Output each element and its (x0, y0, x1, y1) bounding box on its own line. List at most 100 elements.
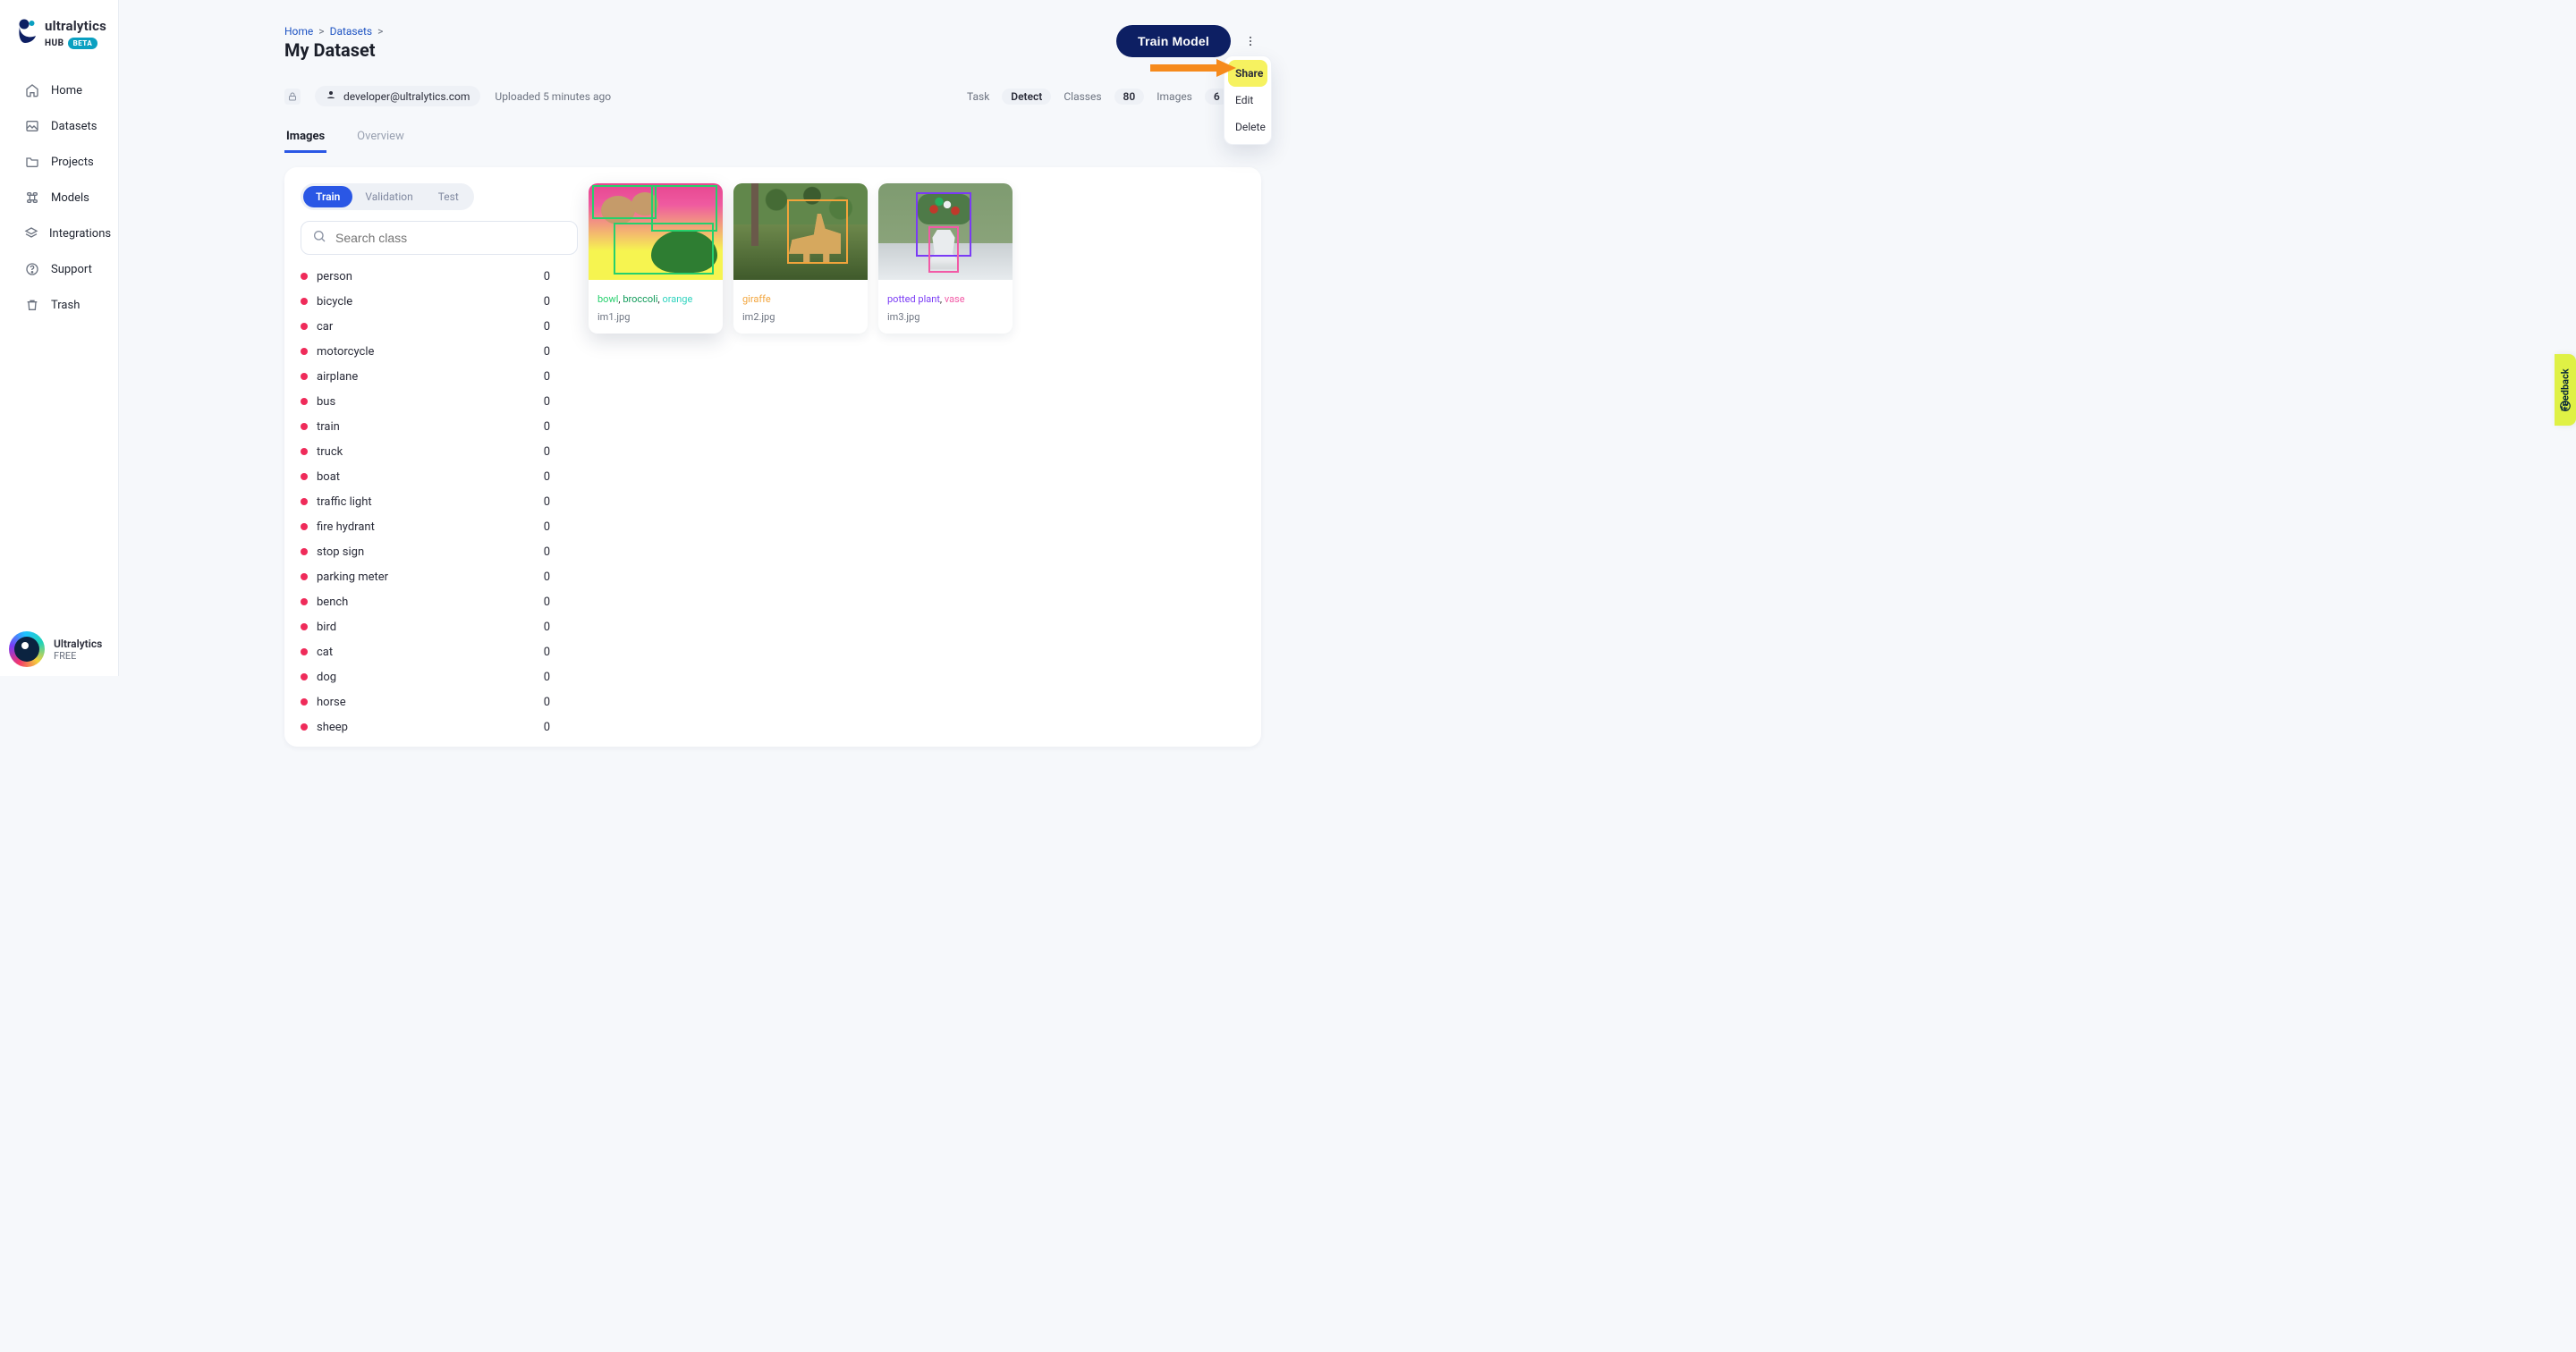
class-row[interactable]: bird0 (301, 614, 550, 639)
image-thumbnail (878, 183, 1013, 280)
stat-images-label: Images (1157, 90, 1192, 103)
page-title: My Dataset (284, 39, 383, 61)
class-row[interactable]: airplane 0 (301, 364, 550, 389)
class-color-dot (301, 448, 308, 455)
class-row[interactable]: bus0 (301, 389, 550, 414)
menu-edit[interactable]: Edit (1228, 87, 1267, 114)
image-card[interactable]: bowl, broccoli, orangeim1.jpg (589, 183, 723, 334)
class-row[interactable]: train0 (301, 414, 550, 439)
class-color-dot (301, 648, 308, 655)
owner-chip[interactable]: developer@ultralytics.com (315, 86, 480, 106)
dataset-stats: Task Detect Classes 80 Images 6 Size (967, 89, 1261, 105)
home-icon (24, 83, 40, 97)
feedback-tab[interactable]: Feedback (2555, 354, 2576, 426)
class-name: bench (317, 596, 348, 609)
stat-task-value: Detect (1002, 89, 1051, 105)
sidebar-item-projects[interactable]: Projects (0, 148, 118, 176)
user-summary[interactable]: Ultralytics FREE (9, 631, 102, 667)
class-color-dot (301, 473, 308, 480)
class-count: 0 (544, 270, 550, 283)
stat-task-label: Task (967, 90, 989, 103)
search-box[interactable] (301, 221, 578, 255)
class-name: truck (317, 445, 343, 459)
split-toggle: Train Validation Test (301, 183, 474, 210)
brand-sub: HUB (45, 38, 64, 48)
breadcrumb-datasets[interactable]: Datasets (330, 25, 373, 38)
class-row[interactable]: person0 (301, 264, 550, 289)
split-train[interactable]: Train (303, 186, 352, 207)
main: Home > Datasets > My Dataset Train Model (119, 0, 1288, 676)
image-cards: bowl, broccoli, orangeim1.jpggiraffeim2.… (572, 167, 1029, 747)
sidebar-item-models[interactable]: Models (0, 183, 118, 212)
image-label: giraffe (742, 293, 771, 305)
class-name: airplane (317, 370, 358, 384)
class-row[interactable]: bicycle0 (301, 289, 550, 314)
folder-icon (24, 155, 40, 169)
class-name: car (317, 320, 333, 334)
image-label: bowl (597, 293, 618, 305)
sidebar-item-home[interactable]: Home (0, 76, 118, 105)
class-color-dot (301, 523, 308, 530)
class-count: 0 (544, 596, 550, 609)
class-name: parking meter (317, 570, 388, 584)
image-labels: potted plant, vase (887, 293, 965, 305)
class-row[interactable]: cat0 (301, 639, 550, 664)
class-name: bus (317, 395, 335, 409)
class-name: bicycle (317, 295, 352, 308)
class-row[interactable]: bench 0 (301, 589, 550, 614)
class-name: fire hydrant (317, 520, 375, 534)
sidebar-item-trash[interactable]: Trash (0, 291, 118, 319)
class-color-dot (301, 573, 308, 580)
class-count: 0 (544, 570, 550, 584)
class-count: 0 (544, 370, 550, 384)
image-card[interactable]: giraffeim2.jpg (733, 183, 868, 334)
breadcrumb-home[interactable]: Home (284, 25, 313, 38)
class-color-dot (301, 373, 308, 380)
class-count: 0 (544, 671, 550, 684)
tab-overview[interactable]: Overview (355, 123, 406, 153)
person-icon (326, 89, 336, 103)
image-card[interactable]: potted plant, vaseim3.jpg (878, 183, 1013, 334)
command-icon (24, 190, 40, 205)
class-count: 0 (544, 420, 550, 434)
class-list[interactable]: person0bicycle0car0motorcycle0airplane0b… (301, 264, 563, 747)
class-row[interactable]: sheep0 (301, 714, 550, 739)
class-row[interactable]: stop sign0 (301, 539, 550, 564)
class-count: 0 (544, 721, 550, 734)
sidebar-item-label: Models (51, 191, 89, 205)
class-row[interactable]: fire hydrant0 (301, 514, 550, 539)
search-input[interactable] (335, 231, 566, 245)
sidebar-item-label: Home (51, 84, 82, 97)
train-model-button[interactable]: Train Model (1116, 25, 1231, 57)
more-actions-menu: Share Edit Delete (1224, 55, 1272, 145)
class-row[interactable]: truck0 (301, 439, 550, 464)
stat-classes-value: 80 (1114, 89, 1145, 105)
tab-images[interactable]: Images (284, 123, 326, 153)
feedback-icon (2559, 399, 2573, 413)
menu-share[interactable]: Share (1228, 60, 1267, 87)
sidebar-item-label: Integrations (49, 227, 111, 241)
class-row[interactable]: horse0 (301, 689, 550, 714)
sidebar-item-datasets[interactable]: Datasets (0, 112, 118, 140)
class-name: stop sign (317, 545, 364, 559)
class-color-dot (301, 498, 308, 505)
image-label: vase (945, 293, 965, 305)
class-row[interactable]: boat0 (301, 464, 550, 489)
sidebar-item-support[interactable]: Support (0, 255, 118, 283)
split-validation[interactable]: Validation (352, 186, 425, 207)
class-count: 0 (544, 696, 550, 709)
sidebar-item-integrations[interactable]: Integrations (0, 219, 118, 248)
layers-icon (24, 226, 38, 241)
class-row[interactable]: parking meter 0 (301, 564, 550, 589)
class-color-dot (301, 623, 308, 630)
class-row[interactable]: car 0 (301, 314, 550, 339)
class-count: 0 (544, 320, 550, 334)
more-actions-button[interactable] (1240, 30, 1261, 52)
class-row[interactable]: traffic light0 (301, 489, 550, 514)
class-row[interactable]: dog0 (301, 664, 550, 689)
split-test[interactable]: Test (426, 186, 471, 207)
class-row[interactable]: motorcycle0 (301, 339, 550, 364)
uploaded-time: Uploaded 5 minutes ago (495, 90, 611, 103)
menu-delete[interactable]: Delete (1228, 114, 1267, 140)
logo[interactable]: ultralytics HUB BETA (0, 0, 118, 63)
